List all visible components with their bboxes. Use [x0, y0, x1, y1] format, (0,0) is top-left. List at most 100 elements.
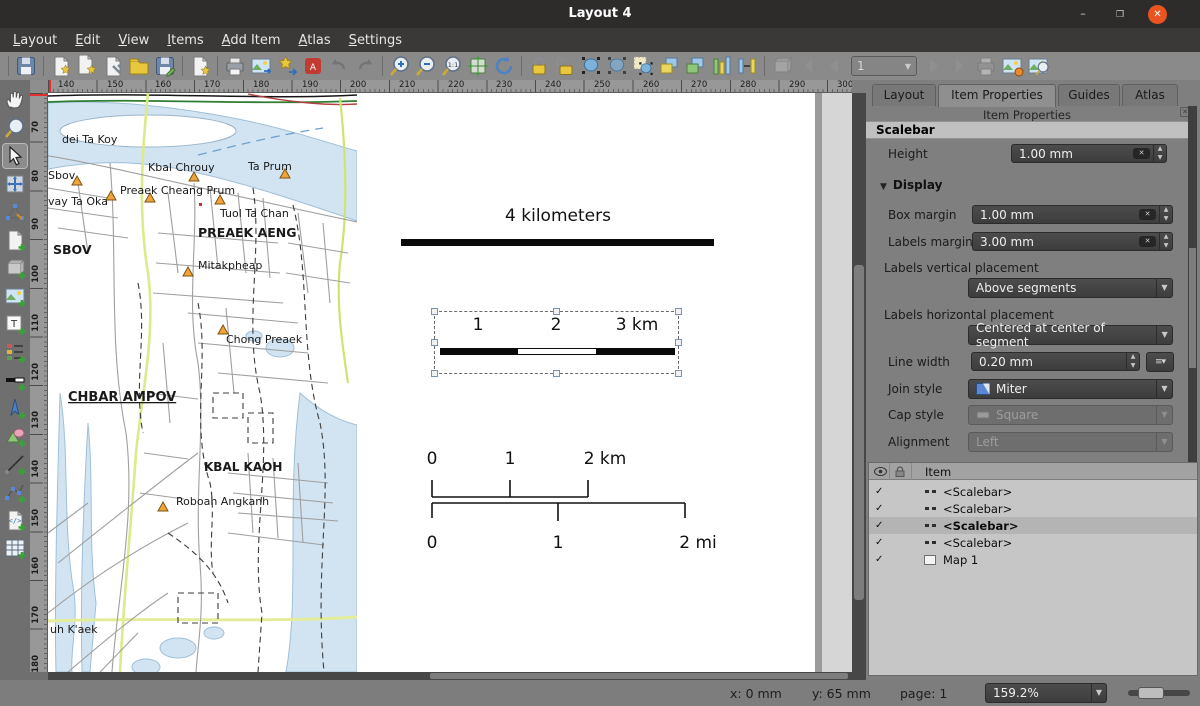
select-move-item-tool-icon[interactable]: [3, 144, 27, 168]
menu-add-item[interactable]: Add Item: [213, 30, 290, 51]
scalebar2-selection[interactable]: [434, 311, 679, 374]
atlas-page-combo[interactable]: 1▼: [851, 56, 917, 76]
spinner-icon[interactable]: [1153, 145, 1166, 162]
menu-atlas[interactable]: Atlas: [290, 30, 340, 51]
display-group-header[interactable]: ▼Display: [880, 178, 942, 192]
selection-handle[interactable]: [675, 339, 682, 346]
box-margin-input[interactable]: 1.00 mm: [972, 205, 1173, 224]
atlas-first-icon[interactable]: [796, 54, 820, 78]
export-pdf-icon[interactable]: A: [301, 54, 325, 78]
visibility-check-icon[interactable]: [875, 486, 883, 497]
refresh-icon[interactable]: [492, 54, 516, 78]
undo-icon[interactable]: [327, 54, 351, 78]
selection-handle[interactable]: [675, 370, 682, 377]
clear-icon[interactable]: [1139, 236, 1156, 247]
add-label-icon[interactable]: T: [3, 312, 27, 336]
scalebar-ticks[interactable]: [428, 473, 708, 533]
add-picture-icon[interactable]: [3, 284, 27, 308]
preview-atlas-icon[interactable]: [1026, 54, 1050, 78]
labels-vertical-placement-select[interactable]: Above segments: [968, 278, 1173, 298]
add-3d-map-icon[interactable]: [3, 256, 27, 280]
unlock-items-icon[interactable]: [553, 54, 577, 78]
scalebar3-label[interactable]: 2 km: [584, 449, 627, 469]
menu-view[interactable]: View: [109, 30, 158, 51]
zoom-out-icon[interactable]: [414, 54, 438, 78]
select-all-icon[interactable]: [579, 54, 603, 78]
lock-items-icon[interactable]: [527, 54, 551, 78]
selection-handle[interactable]: [431, 339, 438, 346]
add-items-from-template-icon[interactable]: [188, 54, 212, 78]
layout-canvas[interactable]: dei Ta Koy Sbov Kbal Chrouy Ta Prum Prea…: [48, 93, 852, 672]
scalebar3-label[interactable]: 1: [505, 449, 516, 469]
visibility-check-icon[interactable]: [875, 520, 883, 531]
visibility-check-icon[interactable]: [875, 537, 883, 548]
scalebar4-label[interactable]: 1: [553, 533, 564, 553]
save-template-icon[interactable]: [153, 54, 177, 78]
selection-handle[interactable]: [553, 308, 560, 315]
lower-items-icon[interactable]: [683, 54, 707, 78]
add-arrow-icon[interactable]: [3, 452, 27, 476]
print-atlas-icon[interactable]: [974, 54, 998, 78]
item-row[interactable]: Map 1: [869, 551, 1197, 568]
deselect-all-icon[interactable]: [605, 54, 629, 78]
add-legend-icon[interactable]: [3, 340, 27, 364]
scrollbar-thumb[interactable]: [854, 265, 864, 600]
menu-edit[interactable]: Edit: [66, 30, 109, 51]
add-north-arrow-icon[interactable]: [3, 396, 27, 420]
zoom-full-icon[interactable]: [466, 54, 490, 78]
zoom-actual-icon[interactable]: 1:1: [440, 54, 464, 78]
spinner-icon[interactable]: [1159, 233, 1172, 250]
zoom-level-combo[interactable]: 159.2%: [985, 683, 1107, 703]
vertical-scrollbar[interactable]: [852, 93, 866, 672]
tab-item-properties[interactable]: Item Properties: [938, 84, 1056, 107]
data-defined-override-icon[interactable]: [1146, 352, 1174, 372]
invert-selection-icon[interactable]: [631, 54, 655, 78]
atlas-next-icon[interactable]: [922, 54, 946, 78]
minimize-button[interactable]: [1074, 5, 1092, 23]
add-scalebar-icon[interactable]: [3, 368, 27, 392]
tab-layout[interactable]: Layout: [872, 84, 936, 106]
alignment-select[interactable]: Left: [968, 432, 1173, 452]
export-svg-icon[interactable]: [275, 54, 299, 78]
menu-settings[interactable]: Settings: [340, 30, 411, 51]
selection-handle[interactable]: [431, 370, 438, 377]
scrollbar-thumb[interactable]: [1189, 248, 1196, 368]
layout-manager-icon[interactable]: [101, 54, 125, 78]
selection-handle[interactable]: [675, 308, 682, 315]
labels-horizontal-placement-select[interactable]: Centered at center of segment: [968, 325, 1173, 345]
scalebar4-label[interactable]: 2 mi: [679, 533, 717, 553]
scalebar1-label[interactable]: 4 kilometers: [505, 206, 611, 226]
atlas-last-icon[interactable]: [948, 54, 972, 78]
add-map-icon[interactable]: [3, 228, 27, 252]
atlas-prev-icon[interactable]: [822, 54, 846, 78]
panel-scrollbar[interactable]: [1188, 106, 1197, 505]
visibility-check-icon[interactable]: [875, 503, 883, 514]
add-node-item-icon[interactable]: [3, 480, 27, 504]
title-bar[interactable]: Layout 4: [0, 0, 1200, 28]
scalebar4-label[interactable]: 0: [427, 533, 438, 553]
visibility-check-icon[interactable]: [875, 554, 883, 565]
pan-tool-icon[interactable]: [3, 88, 27, 112]
duplicate-layout-icon[interactable]: [75, 54, 99, 78]
spinner-icon[interactable]: [1159, 206, 1172, 223]
scalebar3-label[interactable]: 0: [427, 449, 438, 469]
item-row[interactable]: <Scalebar>: [869, 500, 1197, 517]
labels-margin-input[interactable]: 3.00 mm: [972, 232, 1173, 251]
maximize-button[interactable]: [1111, 5, 1129, 23]
export-atlas-icon[interactable]: [1000, 54, 1024, 78]
add-html-icon[interactable]: </>: [3, 508, 27, 532]
add-attribute-table-icon[interactable]: [3, 536, 27, 560]
distribute-items-icon[interactable]: [735, 54, 759, 78]
item-row-selected[interactable]: <Scalebar>: [869, 517, 1197, 534]
new-layout-icon[interactable]: [49, 54, 73, 78]
export-image-icon[interactable]: [249, 54, 273, 78]
line-width-input[interactable]: 0.20 mm: [971, 352, 1140, 371]
zoom-slider[interactable]: [1128, 690, 1190, 696]
scalebar1-bar[interactable]: [401, 239, 714, 246]
height-input[interactable]: 1.00 mm: [1011, 144, 1167, 163]
close-button[interactable]: [1148, 5, 1167, 24]
selection-handle[interactable]: [553, 370, 560, 377]
redo-icon[interactable]: [353, 54, 377, 78]
join-style-select[interactable]: Miter: [968, 379, 1173, 399]
move-item-content-tool-icon[interactable]: [3, 172, 27, 196]
